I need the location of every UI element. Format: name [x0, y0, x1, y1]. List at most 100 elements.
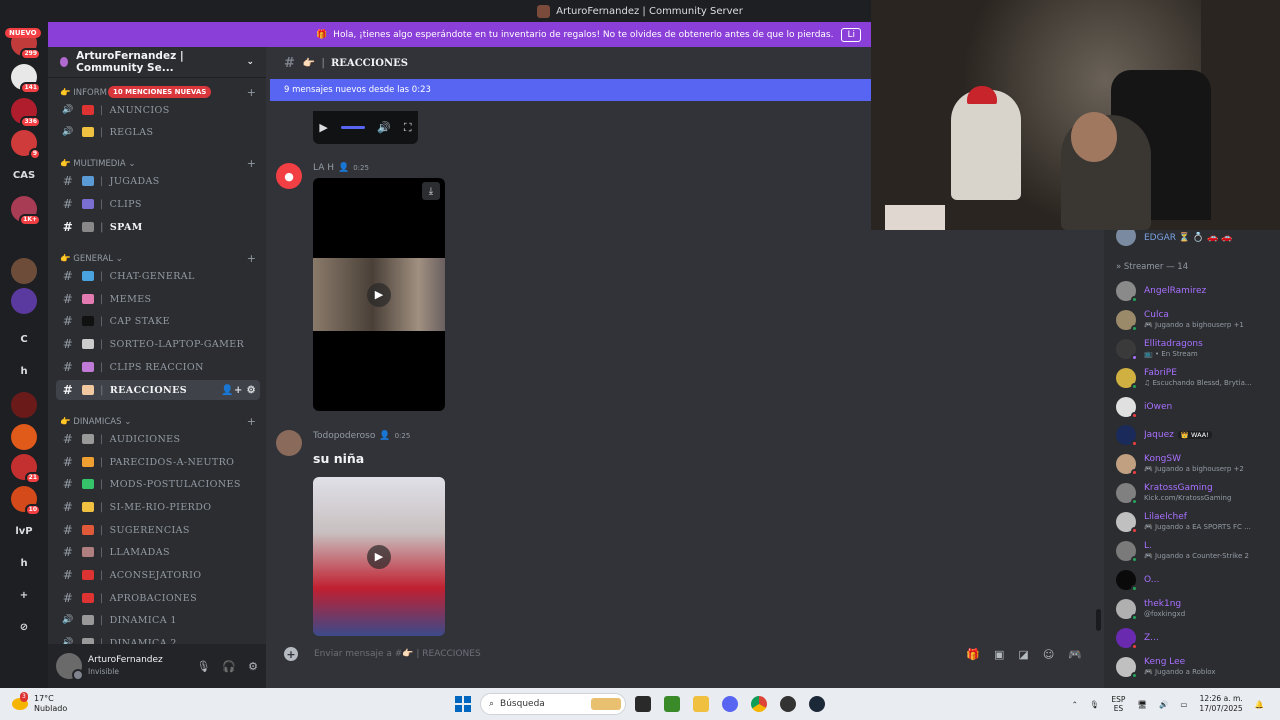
- mentions-badge[interactable]: 10 MENCIONES NUEVAS: [108, 86, 212, 98]
- add-channel-icon[interactable]: +: [247, 415, 256, 428]
- weather-widget[interactable]: 3 17°C Nublado: [0, 692, 67, 714]
- server-icon[interactable]: 9: [11, 130, 41, 160]
- channel-category[interactable]: 👉 GENERAL ⌄ +: [60, 252, 256, 265]
- member-item[interactable]: Jaquez 👑 WAA!: [1116, 424, 1280, 447]
- avatar[interactable]: [276, 430, 302, 456]
- member-item[interactable]: iOwen: [1116, 396, 1280, 419]
- server-icon[interactable]: CAS: [11, 162, 37, 188]
- windows-start-icon[interactable]: [455, 696, 471, 712]
- channel-category[interactable]: 👉 MULTIMEDIA ⌄ +: [60, 157, 256, 170]
- server-icon[interactable]: 1K+: [11, 196, 41, 226]
- channel-item[interactable]: 🔊 | ANUNCIOS: [56, 100, 260, 120]
- message-composer[interactable]: + Enviar mensaje a #👉🏻 | REACCIONES 🎁 ▣ …: [276, 640, 1096, 668]
- server-icon[interactable]: 336: [11, 98, 41, 128]
- video-attachment[interactable]: ▶: [313, 477, 445, 636]
- gift-icon[interactable]: 🎁: [966, 648, 980, 661]
- member-item[interactable]: Z...: [1116, 627, 1280, 650]
- channel-item[interactable]: # | MODS-POSTULACIONES: [56, 474, 260, 494]
- member-item[interactable]: FabriPE ♫ Escuchando Blessd, Brytia...: [1116, 367, 1280, 390]
- play-icon[interactable]: ▶: [367, 544, 391, 569]
- channel-item[interactable]: # | PARECIDOS-A-NEUTRO: [56, 452, 260, 472]
- server-icon[interactable]: 141: [11, 64, 41, 94]
- member-item[interactable]: Ellitadragons 📺 • En Stream: [1116, 338, 1280, 361]
- notice-button[interactable]: Li: [841, 27, 861, 42]
- server-icon[interactable]: h: [11, 550, 37, 576]
- clock[interactable]: 12:26 a. m. 17/07/2025: [1199, 694, 1242, 714]
- server-icon[interactable]: ⊘: [11, 614, 37, 640]
- microphone-icon[interactable]: 🎙: [196, 660, 210, 673]
- member-item[interactable]: KratossGaming Kick.com/KratossGaming: [1116, 482, 1280, 505]
- channel-item[interactable]: # | CAP STAKE: [56, 311, 260, 331]
- member-item[interactable]: Keng Lee 🎮 Jugando a Roblox: [1116, 656, 1280, 679]
- server-icon[interactable]: lvP: [11, 518, 37, 544]
- message-author[interactable]: LA H: [313, 163, 334, 173]
- play-icon[interactable]: ▶: [367, 282, 391, 307]
- play-icon[interactable]: ▶: [319, 121, 327, 134]
- discord-icon[interactable]: [722, 696, 738, 712]
- fullscreen-icon[interactable]: ⛶: [404, 121, 412, 135]
- server-icon[interactable]: [11, 258, 37, 284]
- server-icon[interactable]: C: [11, 326, 37, 352]
- channel-item[interactable]: # | ACONSEJATORIO: [56, 565, 260, 585]
- member-item[interactable]: L. 🎮 Jugando a Counter-Strike 2: [1116, 540, 1280, 563]
- channel-item[interactable]: # | AUDICIONES: [56, 429, 260, 449]
- channel-settings-icon[interactable]: 👤+ ⚙: [221, 385, 256, 396]
- member-item[interactable]: Culca 🎮 Jugando a bighouserp +1: [1116, 309, 1280, 332]
- scrollbar[interactable]: [1096, 609, 1101, 631]
- channel-item[interactable]: # | CLIPS REACCION: [56, 357, 260, 377]
- member-item[interactable]: thek1ng @foxkingxd: [1116, 598, 1280, 621]
- chrome-icon[interactable]: [751, 696, 767, 712]
- server-icon[interactable]: 10: [11, 486, 41, 516]
- video-attachment[interactable]: ▶ ⤓: [313, 178, 445, 411]
- channel-item[interactable]: 🔊 | REGLAS: [56, 122, 260, 142]
- composer-placeholder[interactable]: Enviar mensaje a #👉🏻 | REACCIONES: [314, 649, 481, 659]
- member-item[interactable]: EDGAR ⏳ 💍 🚗 🚗: [1116, 230, 1280, 247]
- server-header[interactable]: ArturoFernandez | Community Se... ⌄: [48, 47, 266, 78]
- server-icon[interactable]: [11, 424, 37, 450]
- new-messages-bar[interactable]: 9 mensajes nuevos desde las 0:23: [270, 79, 871, 101]
- channel-item[interactable]: # | MEMES: [56, 289, 260, 309]
- avatar[interactable]: ●: [276, 163, 302, 189]
- avatar[interactable]: [56, 653, 84, 681]
- minecraft-icon[interactable]: [664, 696, 680, 712]
- add-channel-icon[interactable]: +: [247, 86, 256, 99]
- app-icon[interactable]: [780, 696, 796, 712]
- taskview-icon[interactable]: [635, 696, 651, 712]
- nuevo-badge[interactable]: NUEVO: [5, 28, 41, 38]
- server-icon[interactable]: [11, 288, 37, 314]
- sticker-icon[interactable]: ◪: [1018, 648, 1028, 661]
- member-item[interactable]: O...: [1116, 569, 1280, 592]
- chevron-up-icon[interactable]: ⌃: [1072, 700, 1078, 709]
- battery-icon[interactable]: ▭: [1180, 700, 1187, 709]
- message-author[interactable]: Todopoderoso: [313, 431, 375, 441]
- member-item[interactable]: KongSW 🎮 Jugando a bighouserp +2: [1116, 453, 1280, 476]
- channel-item[interactable]: # | SORTEO-LAPTOP-GAMER: [56, 334, 260, 354]
- channel-item[interactable]: # | REACCIONES 👤+ ⚙: [56, 380, 260, 400]
- channel-item[interactable]: # | CHAT-GENERAL: [56, 266, 260, 286]
- add-channel-icon[interactable]: +: [247, 252, 256, 265]
- channel-item[interactable]: # | LLAMADAS: [56, 542, 260, 562]
- volume-icon[interactable]: 🔊: [377, 121, 391, 134]
- language-indicator[interactable]: ESP ES: [1111, 695, 1125, 713]
- member-item[interactable]: AngelRamirez: [1116, 280, 1280, 303]
- taskbar-search[interactable]: ⌕ Búsqueda: [480, 693, 626, 715]
- channel-item[interactable]: # | SUGERENCIAS: [56, 520, 260, 540]
- volume-slider[interactable]: [340, 126, 365, 129]
- channel-item[interactable]: # | APROBACIONES: [56, 588, 260, 608]
- headphones-icon[interactable]: 🎧: [222, 660, 236, 673]
- channel-item[interactable]: # | SPAM: [56, 217, 260, 237]
- emoji-icon[interactable]: ☺: [1043, 648, 1054, 661]
- channel-item[interactable]: # | SI-ME-RIO-PIERDO: [56, 497, 260, 517]
- gear-icon[interactable]: ⚙: [248, 660, 258, 673]
- server-icon[interactable]: [11, 228, 37, 254]
- network-icon[interactable]: 🖥: [1137, 700, 1147, 709]
- volume-icon[interactable]: 🔊: [1159, 700, 1168, 709]
- folder-icon[interactable]: [693, 696, 709, 712]
- notification-bell-icon[interactable]: 🔔: [1255, 700, 1264, 709]
- server-icon[interactable]: 21: [11, 454, 41, 484]
- server-icon[interactable]: +: [11, 582, 37, 608]
- channel-item[interactable]: 🔊 | DINAMICA 1: [56, 610, 260, 630]
- apps-icon[interactable]: 🎮: [1068, 648, 1082, 661]
- microphone-icon[interactable]: 🎙: [1090, 700, 1100, 709]
- download-icon[interactable]: ⤓: [422, 182, 440, 200]
